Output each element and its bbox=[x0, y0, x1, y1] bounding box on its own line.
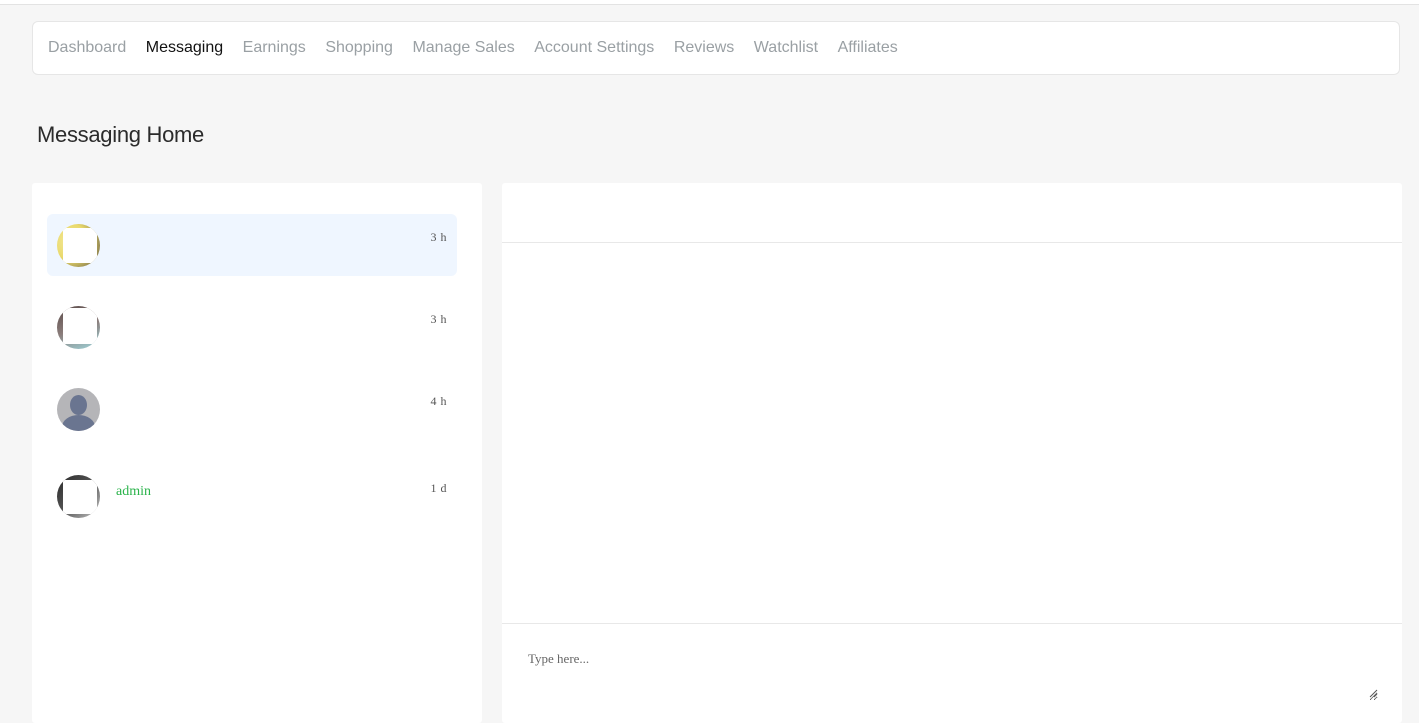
top-strip bbox=[0, 0, 1419, 5]
nav-item-messaging[interactable]: Messaging bbox=[146, 39, 223, 57]
message-input[interactable] bbox=[522, 645, 1378, 701]
resize-handle-icon[interactable] bbox=[1368, 688, 1378, 698]
conversation-time: 4 h bbox=[430, 394, 447, 408]
nav-item-watchlist[interactable]: Watchlist bbox=[754, 39, 818, 57]
photo-avatar-icon bbox=[57, 306, 100, 349]
default-user-avatar-icon bbox=[57, 388, 100, 431]
conversation-item[interactable]: 4 h bbox=[47, 378, 457, 440]
conversation-time: 3 h bbox=[430, 230, 447, 244]
account-nav: Dashboard Messaging Earnings Shopping Ma… bbox=[32, 21, 1400, 75]
chat-header bbox=[502, 183, 1402, 243]
conversation-time: 1 d bbox=[430, 481, 447, 495]
nav-item-shopping[interactable]: Shopping bbox=[325, 39, 393, 57]
conversation-username: admin bbox=[116, 484, 151, 499]
photo-avatar-icon bbox=[57, 475, 100, 518]
conversation-time: 3 h bbox=[430, 312, 447, 326]
conversation-list: 3 h 3 h 4 h admin 1 d bbox=[32, 183, 482, 723]
chat-panel bbox=[502, 183, 1402, 723]
nav-item-earnings[interactable]: Earnings bbox=[243, 39, 306, 57]
message-thread bbox=[502, 243, 1402, 624]
nav-item-reviews[interactable]: Reviews bbox=[674, 39, 734, 57]
nav-item-dashboard[interactable]: Dashboard bbox=[48, 39, 126, 57]
nav-item-manage-sales[interactable]: Manage Sales bbox=[412, 39, 514, 57]
nav-item-affiliates[interactable]: Affiliates bbox=[838, 39, 898, 57]
conversation-item[interactable]: 3 h bbox=[47, 214, 457, 276]
conversation-item[interactable]: admin 1 d bbox=[47, 465, 457, 527]
photo-avatar-icon bbox=[57, 224, 100, 267]
nav-item-account-settings[interactable]: Account Settings bbox=[534, 39, 654, 57]
page-title: Messaging Home bbox=[37, 122, 204, 147]
conversation-item[interactable]: 3 h bbox=[47, 296, 457, 358]
